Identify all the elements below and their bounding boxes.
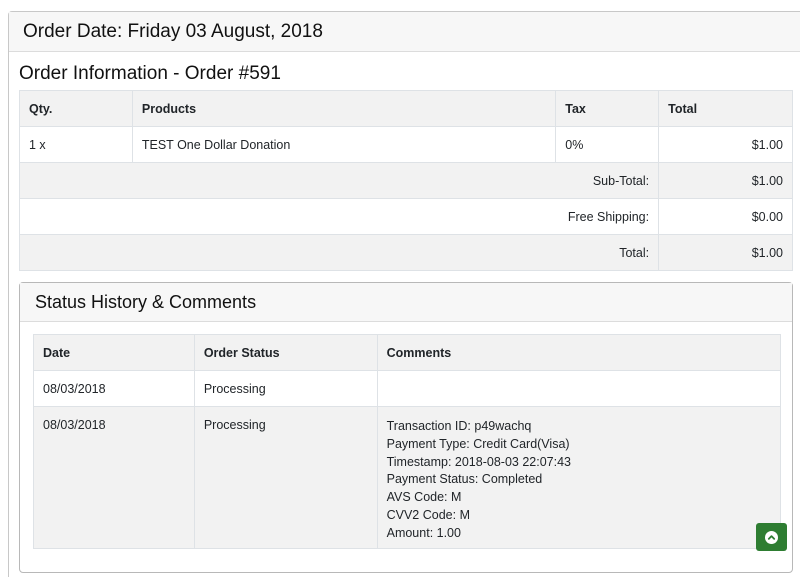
scroll-to-top-button[interactable]	[756, 523, 787, 551]
order-card-header: Order Date: Friday 03 August, 2018	[9, 12, 800, 52]
comment-line: Timestamp: 2018-08-03 22:07:43	[386, 454, 571, 469]
history-date: 08/03/2018	[33, 370, 195, 407]
order-items-table: Qty. Products Tax Total 1 x TEST One Dol…	[18, 90, 793, 271]
comment-line: Amount: 1.00	[386, 525, 461, 540]
history-status: Processing	[193, 406, 378, 549]
item-total: $1.00	[658, 126, 793, 163]
status-history-header: Status History & Comments	[20, 283, 792, 322]
total-label: Total:	[18, 234, 660, 271]
subtotal-row: Sub-Total: $1.00	[18, 162, 793, 199]
chevron-up-circle-icon	[765, 530, 778, 544]
history-row: 08/03/2018 Processing	[33, 370, 782, 407]
status-history-table: Date Order Status Comments 08/03/2018 Pr…	[33, 334, 782, 549]
shipping-label: Free Shipping:	[18, 198, 660, 235]
history-header-row: Date Order Status Comments	[33, 334, 782, 371]
history-row: 08/03/2018 Processing Transaction ID: p4…	[33, 406, 782, 549]
total-row: Total: $1.00	[18, 234, 793, 271]
order-item-row: 1 x TEST One Dollar Donation 0% $1.00	[19, 126, 793, 163]
history-date: 08/03/2018	[33, 406, 195, 549]
comment-line: AVS Code: M	[386, 490, 462, 505]
history-comments	[376, 370, 782, 407]
shipping-value: $0.00	[658, 198, 793, 235]
comments-header: Comments	[376, 334, 782, 371]
status-header: Order Status	[193, 334, 378, 371]
item-qty: 1 x	[19, 126, 133, 163]
order-info-title: Order Information - Order #591	[19, 63, 281, 84]
item-product: TEST One Dollar Donation	[131, 126, 557, 163]
shipping-row: Free Shipping: $0.00	[18, 198, 793, 235]
comment-line: CVV2 Code: M	[386, 507, 470, 522]
total-header: Total	[658, 90, 793, 127]
comment-line: Payment Type: Credit Card(Visa)	[386, 436, 570, 451]
total-value: $1.00	[658, 234, 793, 271]
history-status: Processing	[193, 370, 378, 407]
subtotal-label: Sub-Total:	[18, 162, 660, 199]
tax-header: Tax	[555, 90, 660, 127]
status-history-card: Status History & Comments Date Order Sta…	[19, 282, 793, 573]
products-header: Products	[131, 90, 557, 127]
chevron-up-icon	[767, 534, 776, 540]
subtotal-value: $1.00	[658, 162, 793, 199]
date-header: Date	[33, 334, 195, 371]
history-comments: Transaction ID: p49wachq Payment Type: C…	[376, 406, 782, 549]
qty-header: Qty.	[19, 90, 133, 127]
status-history-title: Status History & Comments	[35, 291, 257, 312]
item-tax: 0%	[555, 126, 660, 163]
order-date-heading: Order Date: Friday 03 August, 2018	[23, 20, 323, 42]
comment-line: Transaction ID: p49wachq	[386, 419, 532, 433]
comment-line: Payment Status: Completed	[386, 472, 543, 487]
order-table-header-row: Qty. Products Tax Total	[19, 90, 793, 127]
